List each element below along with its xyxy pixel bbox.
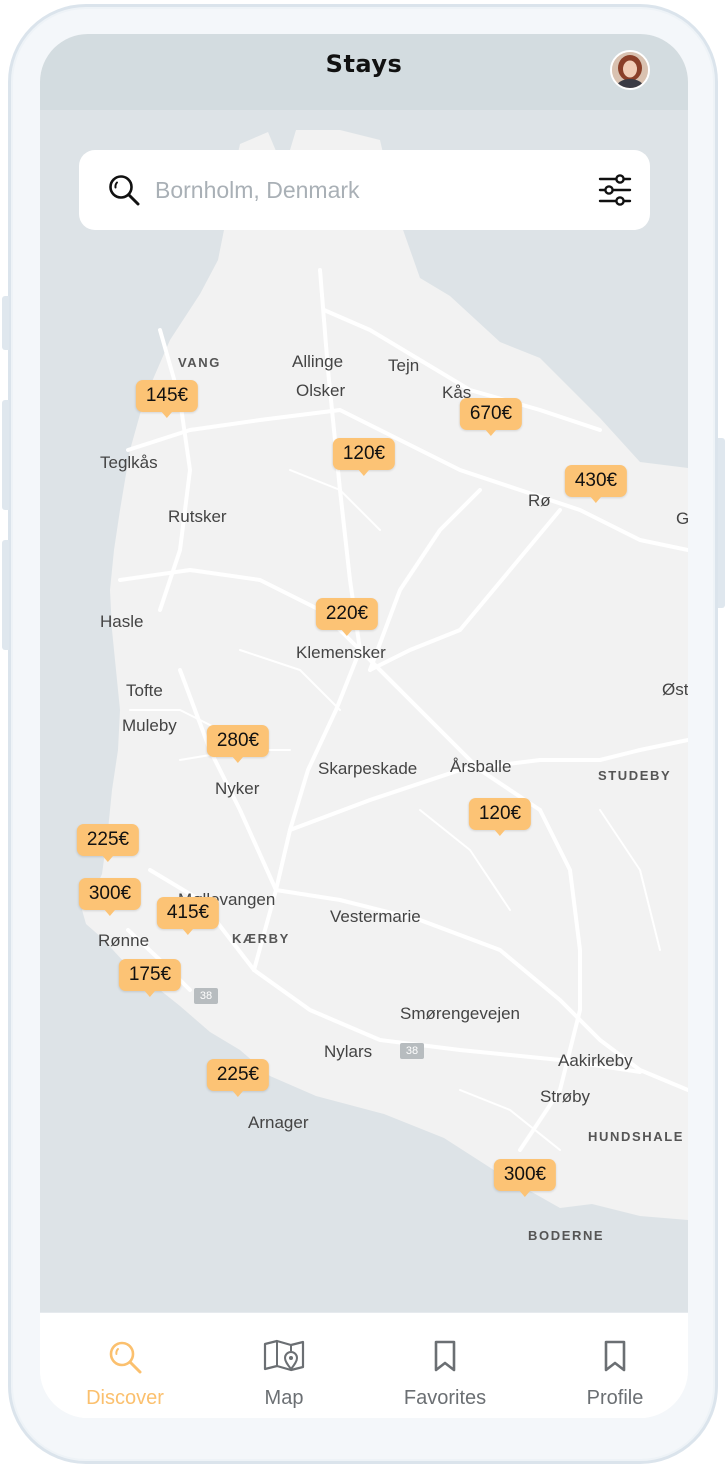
place-label: Skarpeskade	[318, 759, 418, 778]
price-pin[interactable]: 415€	[156, 897, 220, 935]
phone-side-button	[718, 438, 725, 608]
place-label: Nyker	[215, 779, 260, 798]
place-label: Klemensker	[296, 643, 386, 662]
app-header: Stays	[40, 34, 688, 110]
avatar-image	[612, 52, 648, 88]
price-pin[interactable]: 300€	[78, 878, 142, 916]
place-label: Nylars	[324, 1042, 373, 1061]
price-pin[interactable]: 280€	[206, 725, 270, 763]
place-label: Olsker	[296, 381, 346, 400]
bottom-tab-bar: Discover Map Favorites Profile	[40, 1312, 688, 1418]
place-label: Smørengevejen	[400, 1004, 521, 1023]
phone-side-button	[2, 540, 9, 650]
place-label: Årsballe	[450, 757, 512, 776]
map-icon	[263, 1339, 305, 1372]
tab-label: Profile	[586, 1387, 644, 1409]
place-label: Rønne	[98, 931, 150, 950]
app-title: Stays	[325, 50, 403, 78]
place-label: HUNDSHALE	[588, 1129, 685, 1144]
place-label: KÆRBY	[232, 931, 290, 946]
price-pin[interactable]: 175€	[118, 959, 182, 997]
road-number-shield: 38	[400, 1043, 424, 1059]
place-label: Tejn	[388, 356, 420, 375]
tab-favorites[interactable]: Favorites	[370, 1313, 520, 1418]
place-label: Arnager	[248, 1113, 309, 1132]
search-icon	[109, 175, 140, 206]
tab-discover[interactable]: Discover	[50, 1313, 200, 1418]
place-label: Allinge	[292, 352, 344, 371]
place-label: Tofte	[126, 681, 163, 700]
place-label: Teglkås	[100, 453, 158, 472]
filter-sliders-icon[interactable]	[598, 174, 632, 206]
app-screen: VANG Allinge Tejn Olsker Kås Teglkås Rø …	[40, 34, 688, 1418]
tab-map[interactable]: Map	[209, 1313, 359, 1418]
price-pin[interactable]: 225€	[206, 1059, 270, 1097]
search-bar[interactable]	[79, 150, 650, 230]
road-number-shield: 38	[194, 988, 218, 1004]
tab-label: Favorites	[403, 1387, 487, 1409]
price-pin[interactable]: 120€	[468, 798, 532, 836]
price-pin[interactable]: 670€	[459, 398, 523, 436]
place-label: Strøby	[540, 1087, 591, 1106]
place-label: Hasle	[100, 612, 144, 631]
tab-profile[interactable]: Profile	[540, 1313, 688, 1418]
price-pin[interactable]: 220€	[315, 598, 379, 636]
place-label: Vestermarie	[330, 907, 421, 926]
place-label: VANG	[178, 355, 221, 370]
tab-label: Map	[264, 1387, 304, 1409]
place-label: Aakirkeby	[558, 1051, 633, 1070]
bookmark-icon	[604, 1340, 626, 1372]
bookmark-icon	[434, 1340, 456, 1372]
place-label: STUDEBY	[598, 768, 672, 783]
price-pin[interactable]: 300€	[493, 1159, 557, 1197]
place-label: BODERNE	[528, 1228, 605, 1243]
place-label: G	[676, 509, 688, 528]
place-label: Øst	[662, 680, 688, 699]
search-input[interactable]	[155, 170, 575, 210]
tab-label: Discover	[86, 1387, 164, 1409]
price-pin[interactable]: 225€	[76, 824, 140, 862]
price-pin[interactable]: 430€	[564, 465, 628, 503]
phone-side-button	[2, 400, 9, 510]
map-view[interactable]: VANG Allinge Tejn Olsker Kås Teglkås Rø …	[40, 110, 688, 1312]
search-icon	[109, 1341, 142, 1374]
price-pin[interactable]: 120€	[332, 438, 396, 476]
place-label: Rø	[528, 491, 551, 510]
place-label: Muleby	[122, 716, 177, 735]
place-label: Rutsker	[168, 507, 227, 526]
avatar[interactable]	[610, 50, 650, 90]
price-pin[interactable]: 145€	[135, 380, 199, 418]
phone-side-button	[2, 296, 9, 350]
